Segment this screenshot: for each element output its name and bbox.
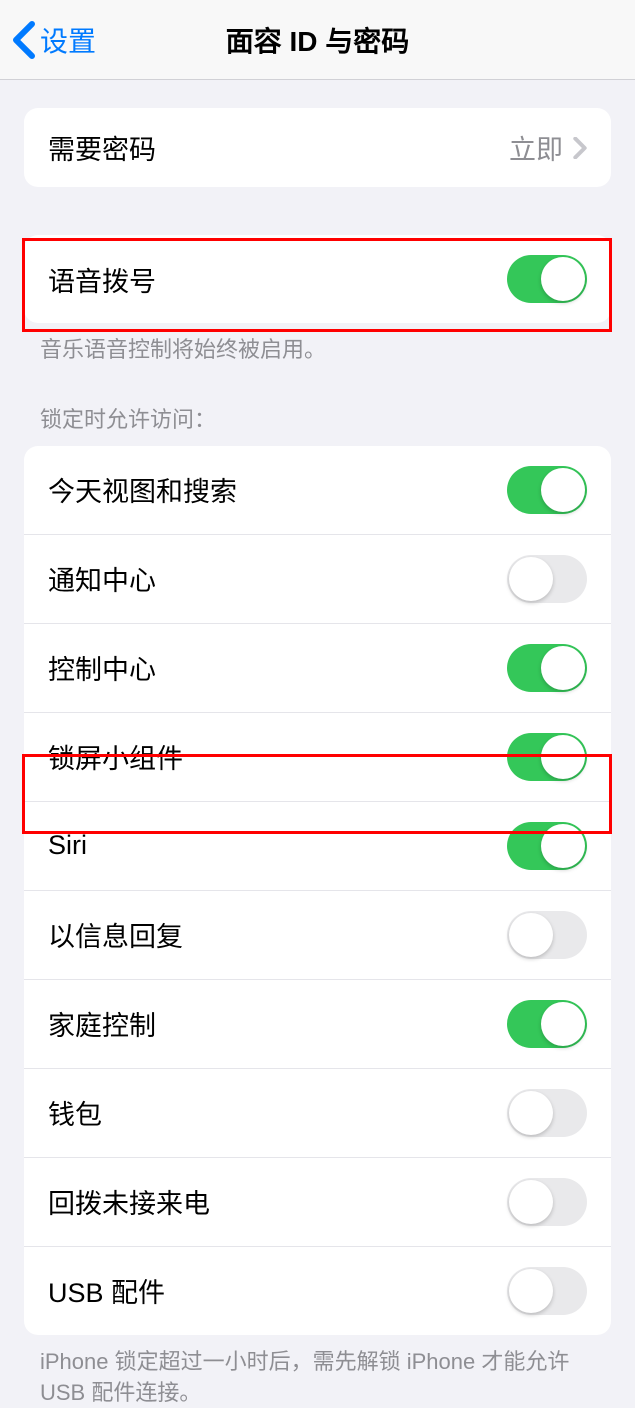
lock-access-label: Siri [48,830,87,861]
lock-access-row: 以信息回复 [24,890,611,979]
lock-access-row: 今天视图和搜索 [24,446,611,534]
lock-access-row: 回拨未接来电 [24,1157,611,1246]
passcode-group: 需要密码 立即 [24,108,611,187]
content: 需要密码 立即 语音拨号 音乐语音控制将始终被启用。 锁定时允许访问： [0,108,635,1408]
lock-access-row: 锁屏小组件 [24,712,611,801]
voice-dial-group: 语音拨号 [24,235,611,323]
lock-access-toggle[interactable] [507,1089,587,1137]
lock-access-toggle[interactable] [507,555,587,603]
navigation-bar: 设置 面容 ID 与密码 [0,0,635,80]
lock-access-label: 家庭控制 [48,1004,156,1043]
lock-access-row: 钱包 [24,1068,611,1157]
lock-access-label: 钱包 [48,1093,102,1132]
chevron-left-icon [12,20,36,60]
voice-dial-row: 语音拨号 [24,235,611,323]
lock-access-row: 通知中心 [24,534,611,623]
back-label: 设置 [40,20,96,60]
lock-access-toggle[interactable] [507,1267,587,1315]
lock-access-toggle[interactable] [507,822,587,870]
lock-access-header: 锁定时允许访问： [0,402,635,446]
lock-access-row: 控制中心 [24,623,611,712]
require-passcode-row[interactable]: 需要密码 立即 [24,108,611,187]
voice-dial-footer: 音乐语音控制将始终被启用。 [0,323,635,366]
lock-access-label: 今天视图和搜索 [48,470,237,509]
lock-access-toggle[interactable] [507,911,587,959]
lock-access-toggle[interactable] [507,644,587,692]
lock-access-label: 控制中心 [48,648,156,687]
lock-access-row: 家庭控制 [24,979,611,1068]
lock-access-row: Siri [24,801,611,890]
lock-access-toggle[interactable] [507,466,587,514]
voice-dial-toggle[interactable] [507,255,587,303]
voice-dial-label: 语音拨号 [48,260,156,299]
lock-access-label: 回拨未接来电 [48,1182,210,1221]
chevron-right-icon [573,137,587,159]
lock-access-toggle[interactable] [507,1000,587,1048]
lock-access-group: 今天视图和搜索通知中心控制中心锁屏小组件 Siri 以信息回复家庭控制钱包回拨未接来… [24,446,611,1335]
lock-access-footer: iPhone 锁定超过一小时后，需先解锁 iPhone 才能允许 USB 配件连… [0,1335,635,1408]
require-passcode-value: 立即 [509,128,563,167]
lock-access-label: 以信息回复 [48,915,183,954]
lock-access-row: USB 配件 [24,1246,611,1335]
lock-access-toggle[interactable] [507,733,587,781]
page-title: 面容 ID 与密码 [226,20,410,60]
back-button[interactable]: 设置 [0,20,96,60]
require-passcode-label: 需要密码 [48,128,156,167]
lock-access-label: USB 配件 [48,1271,165,1310]
lock-access-label: 通知中心 [48,559,156,598]
lock-access-label: 锁屏小组件 [48,737,183,776]
lock-access-toggle[interactable] [507,1178,587,1226]
